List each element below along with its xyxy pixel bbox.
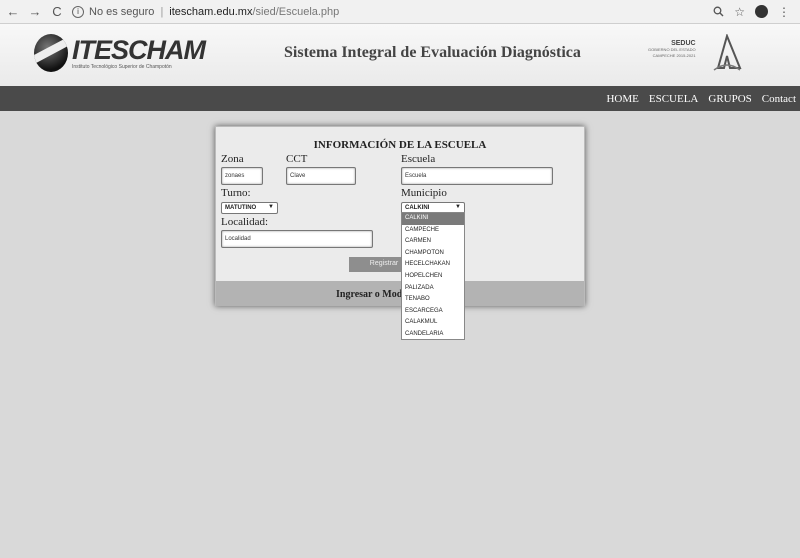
main-navbar: HOME ESCUELA GRUPOS Contact bbox=[0, 86, 800, 111]
page-title: Sistema Integral de Evaluación Diagnósti… bbox=[284, 44, 581, 61]
escuela-label: Escuela bbox=[401, 153, 436, 165]
municipio-option[interactable]: CAMPECHE bbox=[402, 225, 464, 237]
municipio-label: Municipio bbox=[401, 187, 447, 199]
municipio-option[interactable]: HOPELCHEN bbox=[402, 271, 464, 283]
municipio-option[interactable]: CARMEN bbox=[402, 236, 464, 248]
municipio-option[interactable]: CANDELARIA bbox=[402, 329, 464, 341]
municipio-option[interactable]: CHAMPOTON bbox=[402, 248, 464, 260]
url-host: itescham.edu.mx bbox=[169, 5, 253, 18]
chevron-down-icon: ▼ bbox=[268, 204, 274, 210]
avatar[interactable] bbox=[755, 5, 768, 18]
security-label: No es seguro bbox=[89, 5, 155, 18]
reload-button[interactable]: C bbox=[48, 3, 66, 21]
cct-input[interactable]: Clave bbox=[286, 167, 356, 185]
municipio-option[interactable]: ESCARCEGA bbox=[402, 306, 464, 318]
turno-label: Turno: bbox=[221, 187, 251, 199]
logo-text: ITESCHAM bbox=[72, 34, 206, 65]
globe-logo-icon bbox=[34, 34, 68, 72]
search-icon[interactable] bbox=[713, 6, 724, 17]
municipio-option[interactable]: HECELCHAKAN bbox=[402, 259, 464, 271]
zona-input[interactable]: zonaes bbox=[221, 167, 263, 185]
back-button[interactable]: ← bbox=[4, 3, 22, 21]
municipio-option[interactable]: CALAKMUL bbox=[402, 317, 464, 329]
chevron-down-icon: ▼ bbox=[455, 204, 461, 210]
seduc-name: SEDUC bbox=[671, 40, 696, 47]
site-header: ITESCHAM Instituto Tecnológico Superior … bbox=[0, 24, 800, 86]
turno-select-value: MATUTINO bbox=[225, 205, 257, 211]
nav-escuela[interactable]: ESCUELA bbox=[649, 93, 699, 105]
card-footer: Ingresar o Modif bbox=[216, 281, 584, 306]
seduc-line-2: CAMPECHE 2015-2021 bbox=[652, 53, 696, 58]
localidad-label: Localidad: bbox=[221, 216, 269, 228]
browser-menu-icon[interactable]: ⋮ bbox=[778, 5, 790, 19]
zona-label: Zona bbox=[221, 153, 244, 165]
nav-contact[interactable]: Contact bbox=[762, 93, 796, 105]
municipio-option[interactable]: CALKINI bbox=[402, 213, 464, 225]
browser-toolbar: ← → C i No es seguro | itescham.edu.mx /… bbox=[0, 0, 800, 24]
municipio-select-value: CALKINI bbox=[405, 205, 430, 211]
turno-select[interactable]: MATUTINO ▼ bbox=[221, 202, 278, 214]
cct-label: CCT bbox=[286, 153, 308, 165]
card-title: INFORMACIÓN DE LA ESCUELA bbox=[313, 139, 487, 151]
nav-grupos[interactable]: GRUPOS bbox=[708, 93, 751, 105]
bookmark-star-icon[interactable]: ☆ bbox=[734, 5, 745, 19]
seduc-emblem-icon bbox=[713, 34, 742, 71]
localidad-input[interactable]: Localidad bbox=[221, 230, 373, 248]
footer-label[interactable]: Ingresar o Modif bbox=[336, 289, 408, 300]
info-icon[interactable]: i bbox=[72, 5, 84, 18]
url-path: /sied/Escuela.php bbox=[252, 5, 340, 18]
nav-home[interactable]: HOME bbox=[606, 93, 638, 105]
address-bar[interactable]: i No es seguro | itescham.edu.mx /sied/E… bbox=[72, 3, 692, 21]
seduc-logo: SEDUC GOBIERNO DEL ESTADO CAMPECHE 2015-… bbox=[648, 40, 696, 59]
municipio-option[interactable]: TENABO bbox=[402, 294, 464, 306]
municipio-dropdown-list[interactable]: CALKINI CAMPECHE CARMEN CHAMPOTON HECELC… bbox=[401, 212, 465, 340]
forward-button[interactable]: → bbox=[26, 3, 44, 21]
municipio-option[interactable]: PALIZADA bbox=[402, 283, 464, 295]
url-separator: | bbox=[160, 5, 164, 18]
escuela-input[interactable]: Escuela bbox=[401, 167, 553, 185]
school-info-card: INFORMACIÓN DE LA ESCUELA Zona zonaes CC… bbox=[215, 126, 585, 306]
itescham-logo[interactable]: ITESCHAM Instituto Tecnológico Superior … bbox=[34, 34, 206, 72]
